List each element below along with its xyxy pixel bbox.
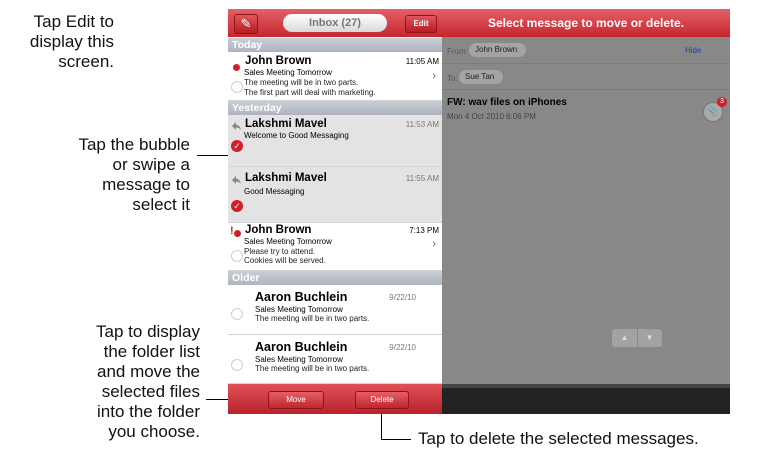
list-item[interactable]: John Brown 11:05 AM Sales Meeting Tomorr… xyxy=(228,52,442,101)
from-chip[interactable]: John Brown xyxy=(469,43,527,57)
list-item[interactable]: ✓ Lakshmi Mavel 11:55 AM Good Messaging xyxy=(228,167,442,223)
list-toolbar: Move Delete xyxy=(228,384,442,414)
replied-icon xyxy=(232,176,241,184)
replied-icon xyxy=(232,122,241,130)
select-bubble[interactable] xyxy=(231,308,243,320)
select-bubble[interactable] xyxy=(231,359,243,371)
header-divider xyxy=(442,63,730,64)
callout-bubble: Tap the bubble or swipe a message to sel… xyxy=(78,135,190,214)
detail-toolbar xyxy=(442,384,730,414)
section-header-yesterday: Yesterday xyxy=(228,101,442,115)
select-bubble[interactable] xyxy=(231,81,243,93)
list-item[interactable]: ! John Brown 7:13 PM Sales Meeting Tomor… xyxy=(228,223,442,271)
callout-delete-line-vertical xyxy=(381,410,382,440)
section-header-older: Older xyxy=(228,271,442,285)
hide-link[interactable]: Hide xyxy=(685,46,701,55)
callout-delete: Tap to delete the selected messages. xyxy=(418,429,699,448)
list-item[interactable]: Aaron Buchlein 9/22/10 Sales Meeting Tom… xyxy=(228,285,442,335)
arrow-down-icon[interactable]: ▼ xyxy=(637,329,662,347)
callout-edit: Tap Edit to display this screen. xyxy=(29,12,114,71)
message-date: Mon 4 Oct 2010 6:06 PM xyxy=(447,112,536,121)
list-header: ✎ Inbox (27) Edit xyxy=(228,9,442,37)
recipient-divider xyxy=(442,89,730,90)
chevron-right-icon: › xyxy=(432,238,436,250)
message-nav-arrows: ▲ ▼ xyxy=(612,329,662,347)
edit-button[interactable]: Edit xyxy=(405,15,437,33)
message-list-pane: ✎ Inbox (27) Edit Today John Brown 11:05… xyxy=(228,9,442,414)
selected-check-icon[interactable]: ✓ xyxy=(231,140,243,152)
attachment-count-badge: 3 xyxy=(717,97,727,107)
callout-delete-line-horizontal xyxy=(381,439,411,440)
unread-dot-icon xyxy=(233,64,240,71)
list-item[interactable]: ✓ Lakshmi Mavel 11:53 AM Welcome to Good… xyxy=(228,115,442,167)
unread-dot-icon xyxy=(234,230,241,237)
detail-header: Select message to move or delete. xyxy=(442,9,730,37)
to-chip[interactable]: Sue Tan xyxy=(459,70,504,84)
compose-button[interactable]: ✎ xyxy=(234,14,258,34)
section-header-today: Today xyxy=(228,38,442,52)
message-detail-pane: Select message to move or delete. From: … xyxy=(442,9,730,414)
to-label: To: xyxy=(447,74,458,83)
select-bubble[interactable] xyxy=(231,250,243,262)
arrow-up-icon[interactable]: ▲ xyxy=(612,329,637,347)
move-button[interactable]: Move xyxy=(268,391,324,409)
important-icon: ! xyxy=(230,225,234,237)
inbox-title[interactable]: Inbox (27) xyxy=(283,14,387,32)
selected-check-icon[interactable]: ✓ xyxy=(231,200,243,212)
list-item[interactable]: Aaron Buchlein 9/22/10 Sales Meeting Tom… xyxy=(228,335,442,384)
callout-folder: Tap to display the folder list and move … xyxy=(96,322,200,441)
device-screen: ✎ Inbox (27) Edit Today John Brown 11:05… xyxy=(228,9,730,414)
delete-button[interactable]: Delete xyxy=(355,391,409,409)
detail-toolbar-edge xyxy=(442,384,730,388)
compose-icon: ✎ xyxy=(240,16,252,31)
from-label: From: xyxy=(447,47,468,56)
chevron-right-icon: › xyxy=(432,70,436,82)
message-subject: FW: wav files on iPhones xyxy=(447,97,567,108)
